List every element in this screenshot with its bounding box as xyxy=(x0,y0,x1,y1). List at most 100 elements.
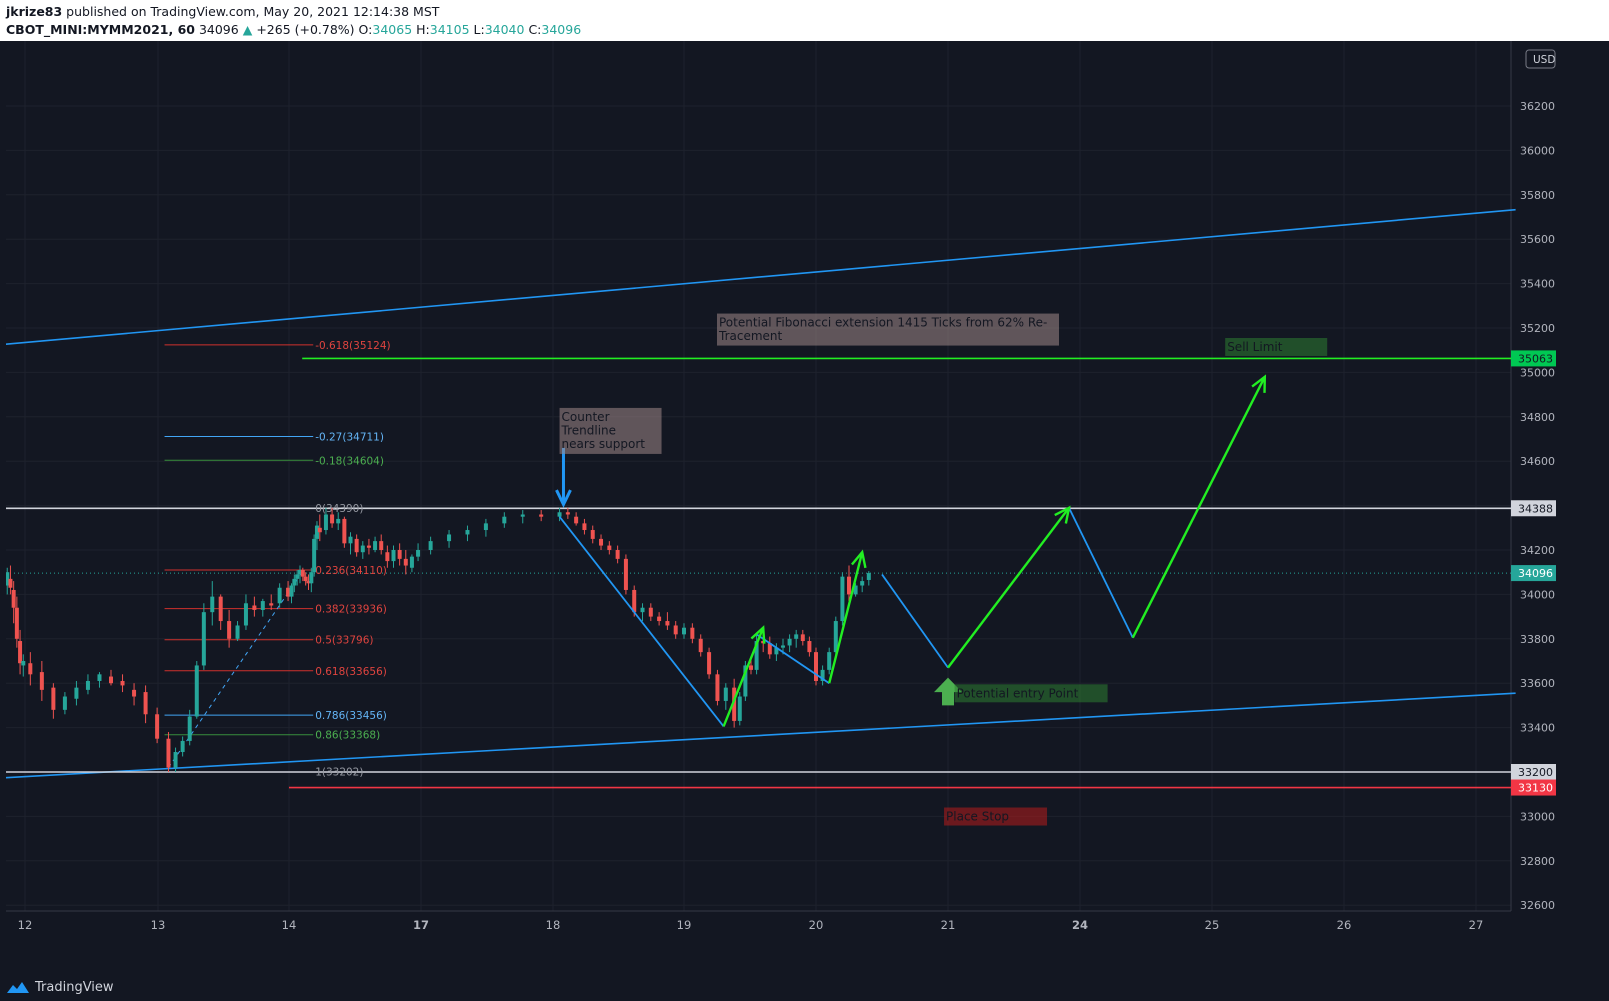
tradingview-branding[interactable]: TradingView xyxy=(6,975,114,999)
candle-body xyxy=(348,536,353,544)
price-tick-label: 33800 xyxy=(1520,633,1555,646)
time-tick-label: 17 xyxy=(413,918,429,932)
candle-body xyxy=(807,641,812,653)
price-tick-label: 35400 xyxy=(1520,278,1555,291)
swing-line xyxy=(558,516,725,728)
candle-body xyxy=(180,740,185,753)
price-tick-label: 34600 xyxy=(1520,455,1555,468)
candle-body xyxy=(269,603,274,606)
candle-body xyxy=(827,652,832,670)
projection-line xyxy=(947,507,1070,669)
candle-body xyxy=(155,714,160,739)
candle-body xyxy=(11,589,16,608)
price-change: +265 (+0.78%) xyxy=(256,22,355,37)
price-tick-label: 33000 xyxy=(1520,810,1555,823)
candle-body xyxy=(18,641,23,664)
fib-level-label: 1(33202) xyxy=(315,767,363,779)
price-badge-label: 33130 xyxy=(1518,782,1553,795)
candle-body xyxy=(243,603,248,626)
candle-body xyxy=(640,607,645,613)
currency-label: USD xyxy=(1533,54,1555,66)
candle-body xyxy=(260,601,265,610)
fib-level-label: 0.786(33456) xyxy=(315,710,387,722)
candle-body xyxy=(120,680,125,686)
publish-info: jkrize83 published on TradingView.com, M… xyxy=(6,4,439,19)
candle-body xyxy=(373,541,378,550)
fib-level-label: 0.86(33368) xyxy=(315,730,380,742)
candle-body xyxy=(97,674,102,681)
candle-body xyxy=(173,752,178,768)
time-tick-label: 13 xyxy=(151,918,166,932)
candle-body xyxy=(300,569,305,577)
candle-body xyxy=(132,689,137,697)
annotation-text: Sell Limit xyxy=(1227,340,1283,354)
candle-body xyxy=(28,663,33,675)
price-tick-label: 32800 xyxy=(1520,855,1555,868)
lower-channel-line xyxy=(6,692,1516,779)
tradingview-logo-icon xyxy=(7,982,29,993)
candle-body xyxy=(860,581,865,586)
candle-body xyxy=(252,605,257,610)
chart-canvas[interactable]: -0.618(35124) -0.27(34711) -0.18(34604) 0(3… xyxy=(6,41,1609,974)
candle-body xyxy=(748,665,753,670)
candle-body xyxy=(607,545,612,550)
low-value: 34040 xyxy=(484,22,525,37)
chart-area[interactable]: -0.618(35124) -0.27(34711) -0.18(34604) 0(3… xyxy=(6,41,1556,933)
candle-body xyxy=(21,661,26,666)
fib-level-label: 0(34390) xyxy=(315,503,363,515)
close-label: C: xyxy=(528,22,542,37)
annotation-text: Potential entry Point xyxy=(957,686,1079,700)
candle-body xyxy=(187,716,192,741)
price-badge-label: 35063 xyxy=(1518,352,1553,365)
candle-body xyxy=(227,621,232,639)
candle-body xyxy=(428,541,433,550)
candle-body xyxy=(690,627,695,639)
candle-body xyxy=(39,672,44,690)
annotation-text: Tracement xyxy=(718,329,783,343)
candle-body xyxy=(800,634,805,642)
fib-level-label: 0.5(33796) xyxy=(315,635,373,647)
time-tick-label: 14 xyxy=(282,918,297,932)
candle-body xyxy=(483,523,488,531)
candle-body xyxy=(210,596,215,613)
high-label: H: xyxy=(416,22,430,37)
candle-body xyxy=(539,514,544,517)
projection-line xyxy=(1131,376,1266,639)
fib-level-label: -0.18(34604) xyxy=(315,455,384,467)
price-tick-label: 35000 xyxy=(1520,366,1555,379)
publish-header: jkrize83 published on TradingView.com, M… xyxy=(0,0,1609,41)
time-tick-label: 20 xyxy=(809,918,824,932)
author-name[interactable]: jkrize83 xyxy=(6,4,62,19)
candle-body xyxy=(582,523,587,531)
candle-body xyxy=(143,692,148,715)
candle-body xyxy=(465,530,470,535)
candle-body xyxy=(682,627,686,635)
candle-body xyxy=(289,585,294,597)
candle-body xyxy=(317,527,322,533)
candle-body xyxy=(599,538,604,546)
candle-body xyxy=(385,552,390,562)
publish-text: published on TradingView.com, May 20, 20… xyxy=(62,4,440,19)
candle-body xyxy=(342,518,347,544)
candle-body xyxy=(309,572,314,584)
time-tick-label: 21 xyxy=(941,918,956,932)
price-tick-label: 35200 xyxy=(1520,322,1555,335)
candle-body xyxy=(502,516,507,524)
candle-body xyxy=(520,514,525,517)
price-tick-label: 35600 xyxy=(1520,233,1555,246)
price-badge-label: 33200 xyxy=(1518,766,1553,779)
candle-body xyxy=(794,634,799,639)
price-tick-label: 36200 xyxy=(1520,100,1555,113)
symbol-name[interactable]: CBOT_MINI:MYMM2021, 60 xyxy=(6,22,195,37)
swing-line xyxy=(881,573,949,669)
time-tick-label: 19 xyxy=(677,918,692,932)
candle-body xyxy=(574,516,579,524)
candle-body xyxy=(194,665,199,717)
candle-body xyxy=(840,576,845,622)
candle-body xyxy=(62,696,67,710)
candle-body xyxy=(787,638,792,646)
candle-body xyxy=(409,556,414,568)
footer-bar xyxy=(0,974,1609,1001)
candle-body xyxy=(391,550,396,562)
open-label: O: xyxy=(358,22,373,37)
